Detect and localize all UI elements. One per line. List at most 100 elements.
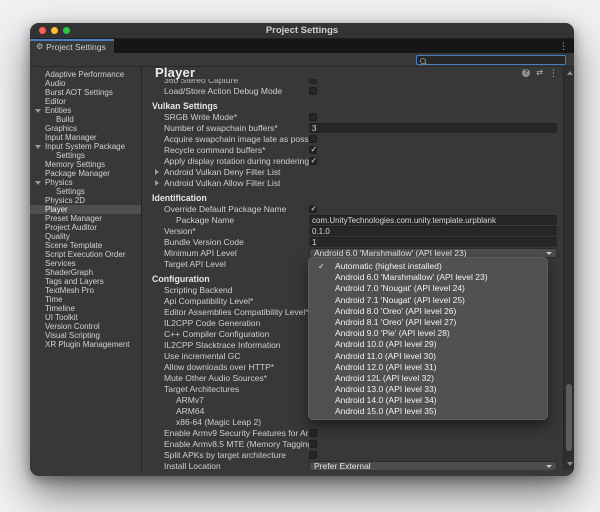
sidebar-item-time[interactable]: Time	[30, 295, 141, 304]
minimize-button[interactable]	[51, 27, 58, 34]
titlebar[interactable]: Project Settings	[30, 23, 574, 39]
popup-item-android-11-0-api-level-30[interactable]: Android 11.0 (API level 30)	[309, 351, 547, 362]
section-vulkan-settings: Vulkan Settings	[142, 100, 563, 111]
package-name-field[interactable]: com.UnityTechnologies.com.unity.template…	[309, 215, 557, 225]
row-label: Load/Store Action Debug Mode	[142, 86, 309, 96]
popup-item-android-12-0-api-level-31[interactable]: Android 12.0 (API level 31)	[309, 362, 547, 373]
scroll-down-icon[interactable]	[567, 462, 573, 466]
popup-item-label: Android 6.0 'Marshmallow' (API level 23)	[335, 272, 488, 282]
sidebar-item-quality[interactable]: Quality	[30, 232, 141, 241]
popup-item-android-9-0-pie-api-level-28[interactable]: Android 9.0 'Pie' (API level 28)	[309, 328, 547, 339]
sidebar-item-preset-manager[interactable]: Preset Manager	[30, 214, 141, 223]
number-of-swapchain-buffers-field[interactable]: 3	[309, 123, 557, 133]
sidebar-item-memory-settings[interactable]: Memory Settings	[30, 160, 141, 169]
bundle-version-code-field[interactable]: 1	[309, 237, 557, 247]
360-stereo-capture-checkbox[interactable]	[309, 79, 317, 84]
popup-item-android-7-0-nougat-api-level-24[interactable]: Android 7.0 'Nougat' (API level 24)	[309, 283, 547, 294]
row-label: Android Vulkan Allow Filter List	[142, 178, 309, 188]
foldout-arrow-icon[interactable]	[35, 109, 41, 113]
search-input[interactable]	[416, 55, 566, 65]
popup-item-android-8-1-oreo-api-level-27[interactable]: Android 8.1 'Oreo' (API level 27)	[309, 317, 547, 328]
popup-item-automatic-highest-installed[interactable]: ✓Automatic (highest installed)	[309, 261, 547, 272]
popup-item-android-14-0-api-level-34[interactable]: Android 14.0 (API level 34)	[309, 395, 547, 406]
row-label: Acquire swapchain image late as possible…	[142, 134, 309, 144]
version-field[interactable]: 0.1.0	[309, 226, 557, 236]
row-label: Use incremental GC	[142, 351, 309, 361]
load-store-action-debug-mode-checkbox[interactable]	[309, 87, 317, 95]
install-location-dropdown[interactable]: Prefer External	[309, 461, 557, 471]
row-label: SRGB Write Mode*	[142, 112, 309, 122]
sidebar-item-settings[interactable]: Settings	[30, 151, 141, 160]
sidebar-item-adaptive-performance[interactable]: Adaptive Performance	[30, 70, 141, 79]
tab-project-settings[interactable]: ⚙ Project Settings	[30, 39, 114, 53]
popup-item-android-13-0-api-level-33[interactable]: Android 13.0 (API level 33)	[309, 384, 547, 395]
scrollbar-thumb[interactable]	[566, 384, 572, 451]
sidebar-item-player[interactable]: Player	[30, 205, 141, 214]
foldout-arrow-icon[interactable]	[35, 145, 41, 149]
recycle-command-buffers-checkbox[interactable]	[309, 146, 317, 154]
row-version: Version*0.1.0	[142, 225, 563, 236]
row-android-vulkan-deny-filter-list[interactable]: Android Vulkan Deny Filter List	[142, 166, 563, 177]
popup-item-android-8-0-oreo-api-level-26[interactable]: Android 8.0 'Oreo' (API level 26)	[309, 306, 547, 317]
enable-armv8-5-mte-memory-tagging-ex-checkbox[interactable]	[309, 440, 317, 448]
row-number-of-swapchain-buffers: Number of swapchain buffers*3	[142, 122, 563, 133]
foldout-arrow-icon[interactable]	[35, 181, 41, 185]
row-control	[309, 113, 557, 121]
row-install-location: Install LocationPrefer External	[142, 460, 563, 470]
popup-item-android-12l-api-level-32[interactable]: Android 12L (API level 32)	[309, 373, 547, 384]
row-android-vulkan-allow-filter-list[interactable]: Android Vulkan Allow Filter List	[142, 177, 563, 188]
popup-item-android-15-0-api-level-35[interactable]: Android 15.0 (API level 35)	[309, 406, 547, 417]
sidebar-item-build[interactable]: Build	[30, 115, 141, 124]
presets-icon[interactable]: ⇄	[536, 69, 543, 77]
sidebar-item-label: Quality	[45, 232, 70, 241]
close-button[interactable]	[39, 27, 46, 34]
srgb-write-mode-checkbox[interactable]	[309, 113, 317, 121]
sidebar-item-package-manager[interactable]: Package Manager	[30, 169, 141, 178]
popup-item-android-6-0-marshmallow-api-level-23[interactable]: Android 6.0 'Marshmallow' (API level 23)	[309, 272, 547, 283]
minimum-api-level-dropdown[interactable]: Android 6.0 'Marshmallow' (API level 23)	[309, 248, 557, 258]
gear-icon: ⚙	[36, 43, 43, 51]
vertical-scrollbar[interactable]	[563, 67, 574, 470]
sidebar-item-physics-2d[interactable]: Physics 2D	[30, 196, 141, 205]
foldout-arrow-icon[interactable]	[155, 169, 159, 175]
override-default-package-name-checkbox[interactable]	[309, 205, 317, 213]
popup-item-android-10-0-api-level-29[interactable]: Android 10.0 (API level 29)	[309, 339, 547, 350]
row-control	[309, 146, 557, 154]
sidebar-item-xr-plugin-management[interactable]: XR Plugin Management	[30, 340, 141, 349]
sidebar-item-timeline[interactable]: Timeline	[30, 304, 141, 313]
sidebar-item-settings[interactable]: Settings	[30, 187, 141, 196]
sidebar-item-graphics[interactable]: Graphics	[30, 124, 141, 133]
sidebar-item-label: Version Control	[45, 322, 100, 331]
foldout-arrow-icon[interactable]	[155, 180, 159, 186]
sidebar-item-burst-aot-settings[interactable]: Burst AOT Settings	[30, 88, 141, 97]
split-apks-by-target-architecture-checkbox[interactable]	[309, 451, 317, 459]
header-menu-icon[interactable]: ⋮	[549, 69, 558, 77]
apply-display-rotation-during-rendering-checkbox[interactable]	[309, 157, 317, 165]
acquire-swapchain-image-late-as-possible-checkbox[interactable]	[309, 135, 317, 143]
sidebar-item-tags-and-layers[interactable]: Tags and Layers	[30, 277, 141, 286]
sidebar-item-textmesh-pro[interactable]: TextMesh Pro	[30, 286, 141, 295]
sidebar-item-shadergraph[interactable]: ShaderGraph	[30, 268, 141, 277]
sidebar-item-editor[interactable]: Editor	[30, 97, 141, 106]
row-label: Bundle Version Code	[142, 237, 309, 247]
sidebar-item-project-auditor[interactable]: Project Auditor	[30, 223, 141, 232]
sidebar-item-script-execution-order[interactable]: Script Execution Order	[30, 250, 141, 259]
sidebar-item-audio[interactable]: Audio	[30, 79, 141, 88]
row-package-name: Package Namecom.UnityTechnologies.com.un…	[142, 214, 563, 225]
sidebar-item-input-manager[interactable]: Input Manager	[30, 133, 141, 142]
zoom-button[interactable]	[63, 27, 70, 34]
sidebar-item-input-system-package[interactable]: Input System Package	[30, 142, 141, 151]
sidebar-item-scene-template[interactable]: Scene Template	[30, 241, 141, 250]
sidebar-item-services[interactable]: Services	[30, 259, 141, 268]
sidebar-item-entities[interactable]: Entities	[30, 106, 141, 115]
sidebar-item-ui-toolkit[interactable]: UI Toolkit	[30, 313, 141, 322]
sidebar-item-visual-scripting[interactable]: Visual Scripting	[30, 331, 141, 340]
sidebar-item-physics[interactable]: Physics	[30, 178, 141, 187]
enable-armv9-security-features-for-arm64-checkbox[interactable]	[309, 429, 317, 437]
popup-item-android-7-1-nougat-api-level-25[interactable]: Android 7.1 'Nougat' (API level 25)	[309, 295, 547, 306]
tab-strip-menu-icon[interactable]: ⋮	[559, 41, 568, 51]
sidebar-item-version-control[interactable]: Version Control	[30, 322, 141, 331]
help-icon[interactable]: ?	[522, 69, 530, 77]
search-icon	[420, 58, 426, 64]
row-label: Allow downloads over HTTP*	[142, 362, 309, 372]
